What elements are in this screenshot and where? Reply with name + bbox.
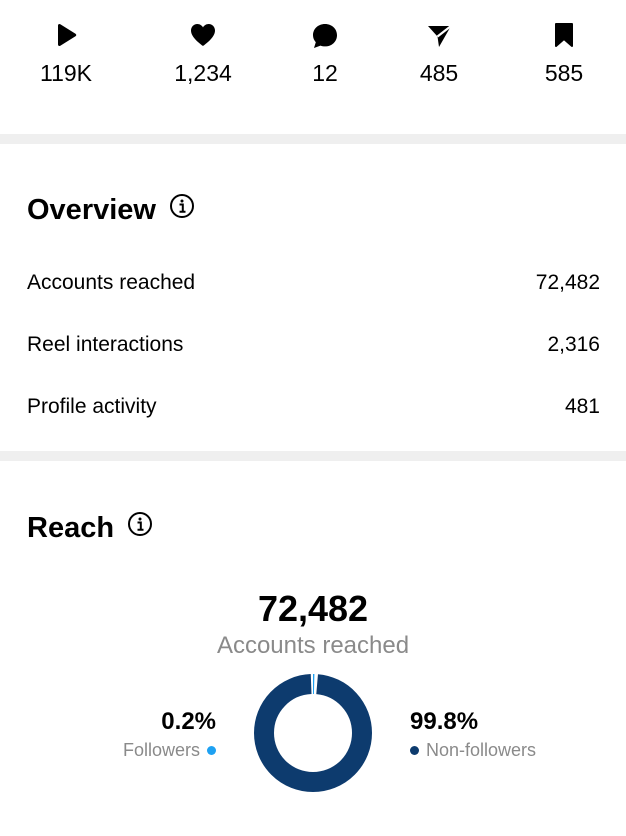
likes-count: 1,234 (174, 60, 232, 86)
likes-stat: 1,234 (148, 22, 258, 87)
reach-total: 72,482 (257, 588, 369, 629)
reach-heading: Reach (27, 511, 153, 545)
reach-title: Reach (27, 511, 115, 544)
overview-row-value: 72,482 (535, 271, 600, 294)
info-icon[interactable] (127, 511, 153, 545)
followers-percent: 0.2% (161, 708, 216, 735)
non-followers-label-row: Non-followers (410, 740, 536, 761)
info-icon[interactable] (169, 193, 195, 227)
plays-stat: 119K (11, 22, 121, 87)
non-followers-label: Non-followers (426, 740, 537, 760)
comment-icon (270, 22, 380, 54)
overview-row-label: Profile activity (27, 395, 157, 418)
non-followers-arc (254, 674, 372, 792)
followers-label-row: Followers (123, 740, 216, 761)
plays-count: 119K (39, 60, 92, 86)
play-icon (11, 22, 121, 54)
section-divider (0, 134, 626, 144)
shares-count: 485 (419, 60, 459, 86)
send-icon (384, 22, 494, 54)
section-divider (0, 451, 626, 461)
saves-count: 585 (544, 60, 584, 86)
overview-row-profile-activity[interactable]: Profile activity 481 (27, 395, 600, 419)
non-followers-percent: 99.8% (410, 708, 479, 735)
overview-row-label: Accounts reached (27, 271, 196, 294)
stats-row: 119K 1,234 12 485 585 (0, 0, 626, 134)
legend-non-followers: 99.8% Non-followers (410, 708, 536, 761)
non-followers-dot (410, 746, 419, 755)
followers-label: Followers (122, 740, 200, 760)
reach-donut-chart (254, 674, 372, 792)
reach-subtitle: Accounts reached (216, 632, 410, 659)
shares-stat: 485 (384, 22, 494, 87)
comments-stat: 12 (270, 22, 380, 87)
bookmark-icon (509, 22, 619, 54)
overview-row-value: 481 (564, 395, 600, 418)
saves-stat: 585 (509, 22, 619, 87)
overview-heading: Overview (27, 193, 195, 227)
heart-icon (148, 22, 258, 54)
overview-title: Overview (27, 193, 156, 226)
comments-count: 12 (312, 60, 338, 86)
overview-row-label: Reel interactions (27, 333, 184, 356)
overview-row-accounts-reached[interactable]: Accounts reached 72,482 (27, 271, 600, 295)
overview-row-value: 2,316 (547, 333, 600, 356)
legend-followers: 0.2% Followers (123, 708, 216, 761)
overview-row-reel-interactions[interactable]: Reel interactions 2,316 (27, 333, 600, 357)
followers-dot (207, 746, 216, 755)
